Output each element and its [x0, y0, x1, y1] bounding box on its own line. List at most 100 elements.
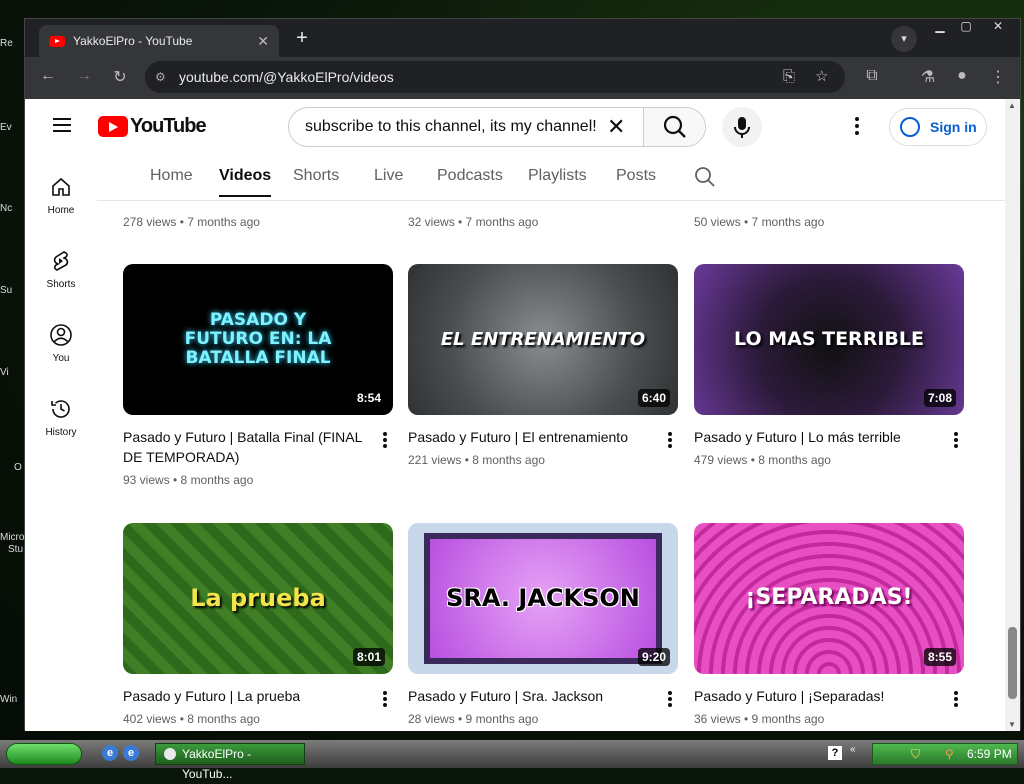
- reload-icon[interactable]: ↻: [109, 67, 131, 87]
- video-meta: 28 views • 9 months ago: [408, 712, 539, 726]
- account-icon: [900, 117, 920, 137]
- video-card[interactable]: ¡SEPARADAS! 8:55 Pasado y Futuro | ¡Sepa…: [694, 523, 964, 726]
- internet-explorer-icon[interactable]: e: [102, 745, 118, 761]
- help-icon[interactable]: ?: [828, 746, 842, 760]
- search-box[interactable]: subscribe to this channel, its my channe…: [288, 107, 706, 147]
- close-window-icon[interactable]: ✕: [987, 19, 1009, 33]
- maximize-icon[interactable]: ▢: [955, 19, 977, 33]
- video-duration: 8:55: [923, 648, 956, 666]
- menu-hamburger-icon[interactable]: [53, 118, 71, 132]
- search-input[interactable]: subscribe to this channel, its my channe…: [305, 108, 597, 146]
- video-meta: 402 views • 8 months ago: [123, 712, 260, 726]
- security-shield-icon[interactable]: ⛉: [911, 744, 920, 764]
- video-meta: 221 views • 8 months ago: [408, 453, 545, 467]
- sidebar-item-shorts[interactable]: Shorts: [25, 249, 97, 290]
- user-circle-icon: [50, 324, 72, 346]
- sidebar-item-label: History: [45, 427, 77, 438]
- scroll-down-icon[interactable]: ▼: [1008, 720, 1016, 729]
- sidebar-item-you[interactable]: You: [25, 323, 97, 364]
- labs-flask-icon[interactable]: ⚗: [917, 67, 939, 87]
- video-title[interactable]: Pasado y Futuro | La prueba: [123, 686, 363, 706]
- tray-expand-icon[interactable]: «: [850, 744, 856, 755]
- desktop-icon-label[interactable]: Re: [0, 38, 24, 49]
- search-button[interactable]: [643, 108, 705, 146]
- video-thumbnail[interactable]: SRA. JACKSON 9:20: [408, 523, 678, 674]
- video-menu-icon[interactable]: [668, 432, 672, 450]
- taskbar: e e YakkoElPro - YouTub... ? « ⛉ ⚲ 6:59 …: [0, 740, 1024, 781]
- bookmark-star-icon[interactable]: ☆: [815, 61, 828, 93]
- video-title[interactable]: Pasado y Futuro | Batalla Final (FINAL D…: [123, 427, 363, 467]
- browser-menu-icon[interactable]: ⋮: [987, 67, 1009, 87]
- browser-tab[interactable]: YakkoElPro - YouTube ✕: [39, 25, 279, 57]
- thumbnail-text: LO MAS TERRIBLE: [734, 328, 924, 351]
- video-menu-icon[interactable]: [668, 691, 672, 709]
- settings-menu-icon[interactable]: [855, 117, 859, 138]
- video-thumbnail[interactable]: PASADO Y FUTURO EN: LA BATALLA FINAL 8:5…: [123, 264, 393, 415]
- channel-search-icon[interactable]: [693, 165, 717, 189]
- clear-search-icon[interactable]: ✕: [607, 114, 625, 140]
- tab-podcasts[interactable]: Podcasts: [437, 167, 503, 185]
- new-tab-button[interactable]: +: [291, 27, 313, 50]
- desktop-icon-label[interactable]: Su: [0, 285, 24, 296]
- thumbnail-text: SRA. JACKSON: [446, 584, 640, 613]
- tab-playlists[interactable]: Playlists: [528, 167, 587, 185]
- tab-posts[interactable]: Posts: [616, 167, 656, 185]
- desktop-icon-label[interactable]: Nc: [0, 203, 24, 214]
- tab-home[interactable]: Home: [150, 167, 193, 185]
- sign-in-button[interactable]: Sign in: [889, 108, 987, 146]
- taskbar-app-button[interactable]: YakkoElPro - YouTub...: [155, 743, 305, 781]
- history-icon: [51, 400, 70, 418]
- forward-icon[interactable]: →: [73, 67, 95, 85]
- browser-quicklaunch-icon[interactable]: e: [123, 745, 139, 761]
- scroll-up-icon[interactable]: ▲: [1008, 101, 1016, 110]
- video-thumbnail[interactable]: EL ENTRENAMIENTO 6:40: [408, 264, 678, 415]
- start-button[interactable]: [6, 743, 82, 765]
- video-card[interactable]: PASADO Y FUTURO EN: LA BATALLA FINAL 8:5…: [123, 264, 393, 487]
- desktop-icon-label[interactable]: Micro: [0, 532, 24, 543]
- desktop-icon-label[interactable]: Win: [0, 694, 24, 705]
- tab-shorts[interactable]: Shorts: [293, 167, 339, 185]
- close-tab-icon[interactable]: ✕: [257, 33, 269, 50]
- page-scrollbar[interactable]: ▲ ▼: [1005, 99, 1020, 731]
- video-title[interactable]: Pasado y Futuro | ¡Separadas!: [694, 686, 934, 706]
- video-duration: 6:40: [637, 389, 670, 407]
- site-info-icon[interactable]: ⚙: [155, 61, 166, 93]
- video-menu-icon[interactable]: [954, 691, 958, 709]
- scrollbar-thumb[interactable]: [1008, 627, 1017, 699]
- search-tray-icon[interactable]: ⚲: [945, 744, 954, 764]
- tab-videos[interactable]: Videos: [219, 167, 272, 197]
- video-thumbnail[interactable]: LO MAS TERRIBLE 7:08: [694, 264, 964, 415]
- sidebar-item-home[interactable]: Home: [25, 175, 97, 216]
- profile-icon[interactable]: ●: [951, 67, 973, 85]
- home-icon: [52, 177, 70, 196]
- address-bar[interactable]: ⚙ youtube.com/@YakkoElPro/videos ⎘ ☆: [145, 61, 845, 93]
- tab-search-chevron-icon[interactable]: ▾: [891, 26, 917, 52]
- video-meta: 479 views • 8 months ago: [694, 453, 831, 467]
- video-card[interactable]: SRA. JACKSON 9:20 Pasado y Futuro | Sra.…: [408, 523, 678, 726]
- minimize-icon[interactable]: ▁: [929, 19, 951, 33]
- video-thumbnail[interactable]: ¡SEPARADAS! 8:55: [694, 523, 964, 674]
- clock[interactable]: 6:59 PM: [967, 744, 1012, 764]
- desktop-icon-label[interactable]: Vi: [0, 367, 24, 378]
- youtube-logo[interactable]: YouTube: [98, 115, 207, 138]
- video-card[interactable]: La prueba 8:01 Pasado y Futuro | La prue…: [123, 523, 393, 726]
- video-thumbnail[interactable]: La prueba 8:01: [123, 523, 393, 674]
- voice-search-button[interactable]: [722, 107, 762, 147]
- microphone-icon: [734, 117, 750, 138]
- video-title[interactable]: Pasado y Futuro | Sra. Jackson: [408, 686, 648, 706]
- tab-live[interactable]: Live: [374, 167, 403, 185]
- video-menu-icon[interactable]: [383, 691, 387, 709]
- tab-title: YakkoElPro - YouTube: [73, 34, 193, 48]
- thumbnail-text: EL ENTRENAMIENTO: [440, 328, 646, 350]
- sidebar-item-history[interactable]: History: [25, 397, 97, 438]
- video-card[interactable]: EL ENTRENAMIENTO 6:40 Pasado y Futuro | …: [408, 264, 678, 467]
- video-card[interactable]: LO MAS TERRIBLE 7:08 Pasado y Futuro | L…: [694, 264, 964, 467]
- back-icon[interactable]: ←: [37, 67, 59, 85]
- install-app-icon[interactable]: ⎘: [783, 61, 795, 93]
- video-title[interactable]: Pasado y Futuro | El entrenamiento: [408, 427, 648, 447]
- desktop-icon-label[interactable]: Ev: [0, 122, 24, 133]
- extensions-icon[interactable]: ⧉: [861, 67, 883, 85]
- video-title[interactable]: Pasado y Futuro | Lo más terrible: [694, 427, 934, 447]
- video-menu-icon[interactable]: [383, 432, 387, 450]
- video-menu-icon[interactable]: [954, 432, 958, 450]
